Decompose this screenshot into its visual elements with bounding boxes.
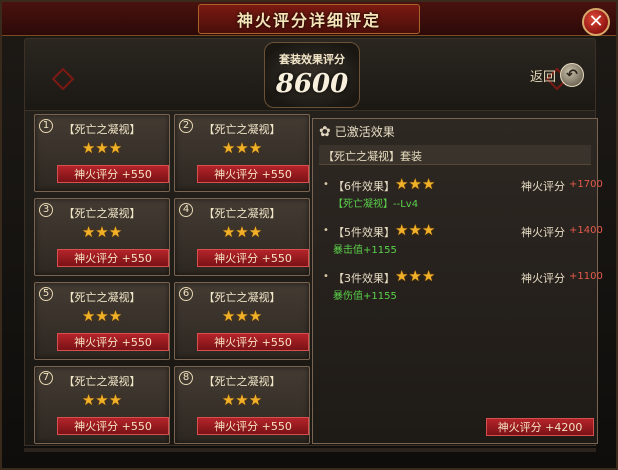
tier-score-value: +1100 (569, 271, 603, 282)
equipment-card-1[interactable]: 1 【死亡之凝视】 ★★★ 神火评分 +550 (34, 114, 170, 192)
equipment-card-6[interactable]: 6 【死亡之凝视】 ★★★ 神火评分 +550 (174, 282, 310, 360)
equipment-card-2[interactable]: 2 【死亡之凝视】 ★★★ 神火评分 +550 (174, 114, 310, 192)
tier-label: 【3件效果】 (333, 272, 395, 285)
title-bar: 神火评分详细评定 (2, 2, 616, 36)
ornament-icon (51, 67, 75, 91)
set-name: 【死亡之凝视】套装 (323, 150, 422, 163)
set-score-window: 神火评分详细评定 ✕ 套装效果评分 8600 返回 ↶ 1 【死亡之凝视】 ★★… (0, 0, 618, 470)
star-rating: ★★★ (395, 221, 436, 239)
equipment-card-4[interactable]: 4 【死亡之凝视】 ★★★ 神火评分 +550 (174, 198, 310, 276)
tier-score-label: 神火评分 (521, 272, 565, 285)
star-rating: ★★★ (81, 139, 123, 157)
star-rating: ★★★ (81, 307, 123, 325)
effects-header: ✿ 已激活效果 (319, 123, 395, 140)
bottom-border (24, 448, 596, 452)
equipment-name: 【死亡之凝视】 (203, 291, 281, 304)
equipment-name: 【死亡之凝视】 (203, 375, 281, 388)
star-rating: ★★★ (395, 175, 436, 193)
equipment-name: 【死亡之凝视】 (63, 291, 141, 304)
set-score-value: 8600 (275, 69, 349, 99)
set-bonus-tier: • 【5件效果】 ★★★ 神火评分 +1400 暴击值+1155 (319, 221, 603, 257)
equipment-score: 神火评分 +550 (57, 249, 169, 267)
title-plate: 神火评分详细评定 (198, 4, 420, 34)
close-icon: ✕ (588, 11, 604, 32)
set-score-badge: 套装效果评分 8600 (264, 42, 360, 108)
equipment-name: 【死亡之凝视】 (63, 375, 141, 388)
star-rating: ★★★ (221, 307, 263, 325)
flower-icon: ✿ (319, 123, 331, 140)
tier-effect: 【死亡凝视】--Lv4 (333, 199, 419, 210)
star-rating: ★★★ (221, 223, 263, 241)
set-bonus-tier: • 【6件效果】 ★★★ 神火评分 +1700 【死亡凝视】--Lv4 (319, 175, 603, 211)
set-name-row: 【死亡之凝视】套装 (319, 145, 591, 165)
bullet-icon: • (323, 179, 329, 190)
set-bonus-tier: • 【3件效果】 ★★★ 神火评分 +1100 暴伤值+1155 (319, 267, 603, 303)
tier-score-value: +1700 (569, 179, 603, 190)
close-button[interactable]: ✕ (582, 8, 610, 36)
equipment-card-3[interactable]: 3 【死亡之凝视】 ★★★ 神火评分 +550 (34, 198, 170, 276)
return-label: 返回 (530, 69, 557, 85)
activated-effects-panel: ✿ 已激活效果 【死亡之凝视】套装 • 【6件效果】 ★★★ 神火评分 +170… (312, 118, 603, 444)
equipment-name: 【死亡之凝视】 (203, 207, 281, 220)
equipment-score: 神火评分 +550 (197, 417, 309, 435)
tier-effect: 暴击值+1155 (333, 245, 397, 256)
equipment-score: 神火评分 +550 (197, 333, 309, 351)
equipment-score: 神火评分 +550 (197, 249, 309, 267)
equipment-card-5[interactable]: 5 【死亡之凝视】 ★★★ 神火评分 +550 (34, 282, 170, 360)
bullet-icon: • (323, 271, 329, 282)
tier-score-value: +1400 (569, 225, 603, 236)
star-rating: ★★★ (221, 391, 263, 409)
equipment-card-7[interactable]: 7 【死亡之凝视】 ★★★ 神火评分 +550 (34, 366, 170, 444)
equipment-name: 【死亡之凝视】 (203, 123, 281, 136)
total-score-bar: 神火评分 +4200 (486, 418, 594, 436)
star-rating: ★★★ (81, 223, 123, 241)
equipment-name: 【死亡之凝视】 (63, 207, 141, 220)
return-arrow-icon: ↶ (560, 63, 585, 87)
equipment-score: 神火评分 +550 (197, 165, 309, 183)
bullet-icon: • (323, 225, 329, 236)
tier-effect: 暴伤值+1155 (333, 291, 397, 302)
star-rating: ★★★ (395, 267, 436, 285)
set-score-label: 套装效果评分 (279, 53, 345, 66)
equipment-name: 【死亡之凝视】 (63, 123, 141, 136)
window-title: 神火评分详细评定 (236, 11, 381, 30)
tier-label: 【6件效果】 (333, 180, 395, 193)
equipment-score: 神火评分 +550 (57, 165, 169, 183)
equipment-score: 神火评分 +550 (57, 417, 169, 435)
effects-header-label: 已激活效果 (334, 125, 395, 139)
tier-score-label: 神火评分 (521, 180, 565, 193)
tier-score-label: 神火评分 (521, 226, 565, 239)
star-rating: ★★★ (81, 391, 123, 409)
star-rating: ★★★ (221, 139, 263, 157)
return-button[interactable]: 返回 ↶ (530, 62, 585, 88)
equipment-card-8[interactable]: 8 【死亡之凝视】 ★★★ 神火评分 +550 (174, 366, 310, 444)
tier-label: 【5件效果】 (333, 226, 395, 239)
equipment-score: 神火评分 +550 (57, 333, 169, 351)
